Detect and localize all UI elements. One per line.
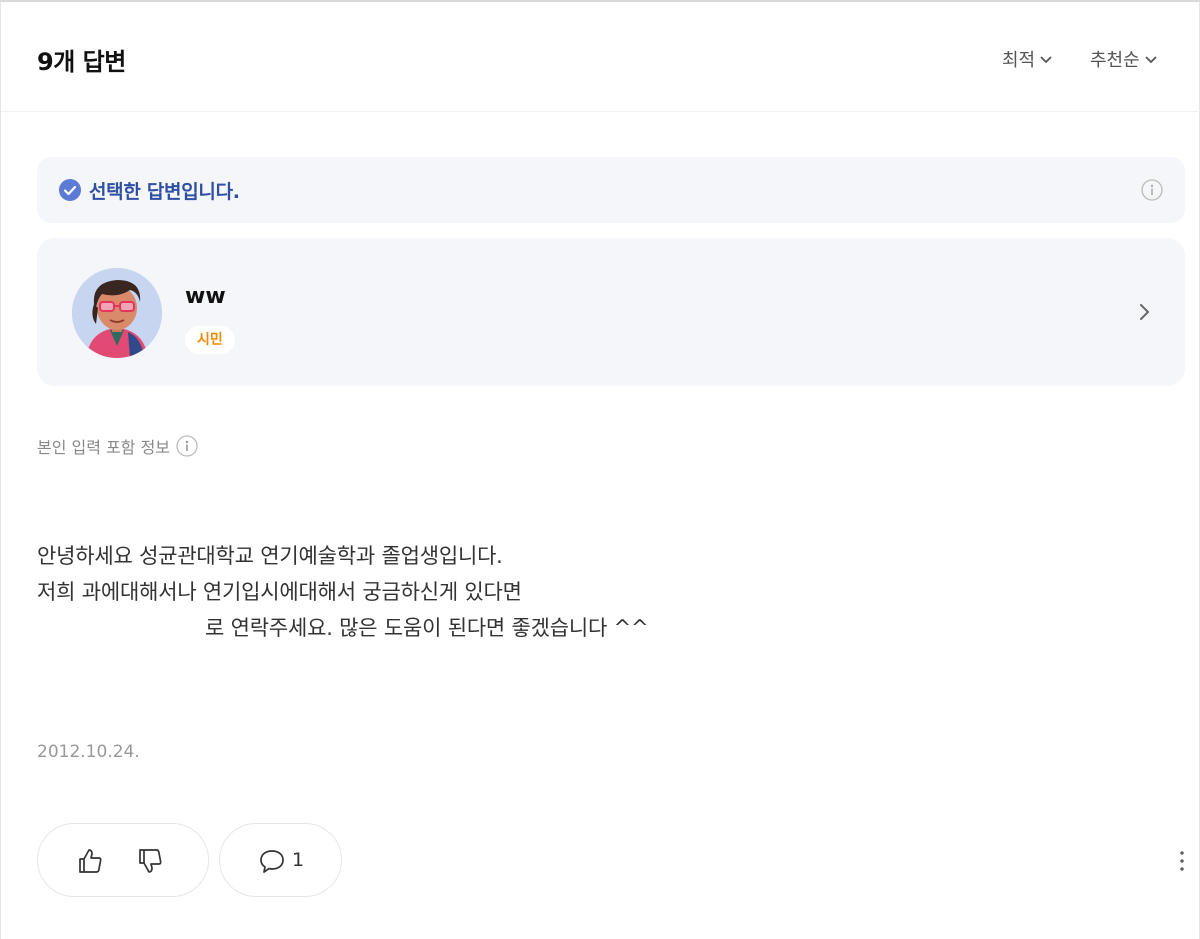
sort-best-dropdown[interactable]: 최적	[1002, 46, 1053, 72]
comment-button[interactable]: 1	[219, 823, 342, 897]
sort-best-label: 최적	[1002, 50, 1036, 71]
thumbs-down-icon[interactable]	[136, 847, 164, 875]
grade-badge: 시민	[185, 326, 235, 354]
answer-line: 로 연락주세요. 많은 도움이 된다면 좋겠습니다 ^^	[205, 616, 649, 640]
answer-line: 안녕하세요 성균관대학교 연기예술학과 졸업생입니다.	[37, 544, 503, 568]
info-icon[interactable]	[176, 435, 198, 457]
chevron-down-icon	[1040, 56, 1052, 64]
info-icon[interactable]	[1141, 179, 1163, 201]
chevron-right-icon	[1140, 304, 1149, 320]
answerer-profile-card[interactable]: ww 시민	[37, 238, 1185, 386]
avatar-illustration	[72, 268, 162, 358]
vote-group	[37, 823, 209, 897]
avatar	[72, 268, 162, 358]
sort-recommended-label: 추천순	[1090, 50, 1140, 71]
comment-count: 1	[292, 849, 305, 871]
chevron-down-icon	[1145, 56, 1157, 64]
answer-line: 저희 과에대해서나 연기입시에대해서 궁금하신게 있다면	[37, 580, 522, 604]
answer-date: 2012.10.24.	[37, 742, 140, 762]
self-input-info: 본인 입력 포함 정보	[37, 434, 198, 458]
answer-panel: 9개 답변 최적 추천순 선택한 답변입니다. ww 시민 본인 입력 포함 정…	[0, 0, 1200, 939]
answerer-username: ww	[185, 284, 226, 309]
comment-icon	[260, 850, 284, 873]
answer-body: 안녕하세요 성균관대학교 연기예술학과 졸업생입니다. 저희 과에대해서나 연기…	[37, 538, 649, 646]
check-circle-icon	[59, 179, 81, 201]
selected-answer-banner: 선택한 답변입니다.	[37, 157, 1185, 223]
more-vertical-icon[interactable]	[1175, 848, 1189, 874]
self-input-info-label: 본인 입력 포함 정보	[37, 438, 171, 457]
selected-answer-label: 선택한 답변입니다.	[89, 181, 240, 203]
answers-header: 9개 답변 최적 추천순	[1, 2, 1200, 112]
answers-count-title: 9개 답변	[37, 48, 126, 76]
sort-recommended-dropdown[interactable]: 추천순	[1090, 46, 1158, 72]
thumbs-up-icon[interactable]	[76, 847, 104, 875]
